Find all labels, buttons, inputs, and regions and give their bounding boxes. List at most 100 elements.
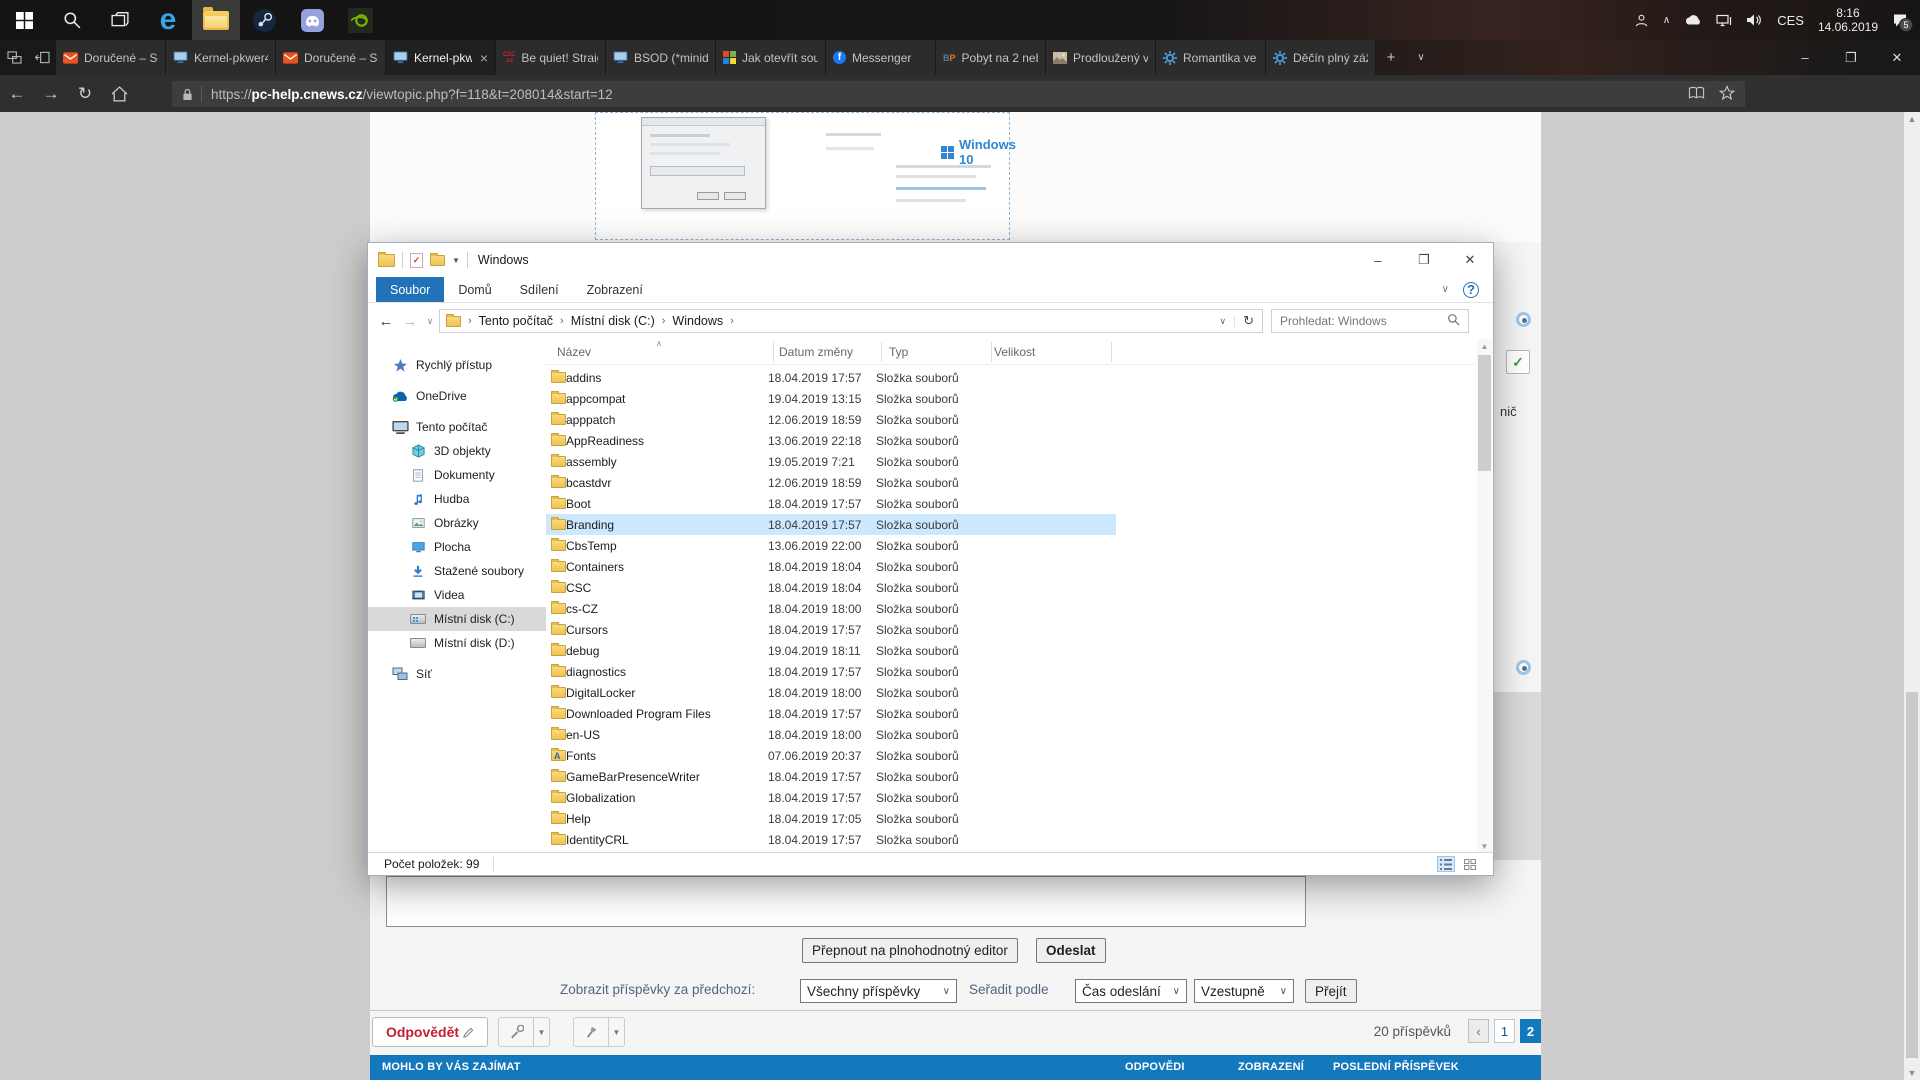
explorer-titlebar[interactable]: ✓ ▼ Windows – ❐ ✕ (368, 243, 1493, 277)
scrollbar-thumb[interactable] (1478, 355, 1491, 471)
more-menu-icon[interactable]: ⋯ (1878, 150, 1914, 187)
column-resize-handle[interactable] (1111, 342, 1112, 362)
topic-tools-button[interactable]: ▼ (498, 1017, 550, 1047)
expand-ribbon-icon[interactable]: ∨ (1442, 284, 1449, 295)
file-row[interactable]: CbsTemp 13.06.2019 22:00 Složka souborů (546, 535, 1116, 556)
file-row[interactable]: Boot 18.04.2019 17:57 Složka souborů (546, 493, 1116, 514)
close-button[interactable]: ✕ (1447, 243, 1493, 277)
pagination-page-1[interactable]: 1 (1494, 1019, 1515, 1043)
browser-scrollbar[interactable]: ▲ ▼ (1904, 112, 1920, 1080)
file-row[interactable]: Cursors 18.04.2019 17:57 Složka souborů (546, 619, 1116, 640)
browser-tab[interactable]: Jak otevřít soub (716, 40, 826, 75)
column-header-datum-zm-ny[interactable]: Datum změny (779, 345, 853, 359)
sidebar-item-m-stn-disk-d-[interactable]: Místní disk (D:) (368, 631, 546, 655)
forward-button[interactable]: → (34, 75, 68, 112)
sidebar-item-videa[interactable]: Videa (368, 583, 546, 607)
file-row[interactable]: appcompat 19.04.2019 13:15 Složka souborů (546, 388, 1116, 409)
browser-tab[interactable]: Děčín plný zážit (1266, 40, 1376, 75)
moderator-tools-button[interactable]: ▼ (573, 1017, 625, 1047)
sidebar-item-dokumenty[interactable]: Dokumenty (368, 463, 546, 487)
pagination-page-2[interactable]: 2 (1520, 1019, 1541, 1043)
taskbar-app-file-explorer[interactable] (192, 0, 240, 40)
new-tab-button[interactable]: + (1376, 40, 1406, 75)
scroll-down-icon[interactable]: ▼ (1477, 839, 1492, 853)
sidebar-item-m-stn-disk-c-[interactable]: Místní disk (C:) (368, 607, 546, 631)
explorer-scrollbar[interactable]: ▲ ▼ (1477, 339, 1492, 853)
taskbar-app-discord[interactable] (288, 0, 336, 40)
details-view-button[interactable] (1437, 856, 1455, 872)
taskbar-app-start[interactable] (0, 0, 48, 40)
file-row[interactable]: cs-CZ 18.04.2019 18:00 Složka souborů (546, 598, 1116, 619)
maximize-button[interactable]: ❐ (1401, 243, 1447, 277)
attachment-check-button[interactable]: ✓ (1506, 350, 1530, 374)
help-icon[interactable]: ? (1463, 281, 1479, 298)
scroll-up-icon[interactable]: ▲ (1477, 339, 1492, 353)
forum-post-screenshot[interactable]: Windows 10 (595, 112, 1016, 240)
file-row[interactable]: IdentityCRL 18.04.2019 17:57 Složka soubor… (546, 829, 1116, 850)
file-row[interactable]: Globalization 18.04.2019 17:57 Složka soub… (546, 787, 1116, 808)
tab-list-chevron[interactable]: ∨ (1406, 40, 1436, 75)
refresh-button[interactable]: ↻ (68, 75, 102, 112)
breadcrumb-chevron[interactable]: › (655, 315, 673, 327)
minimize-button[interactable]: – (1782, 40, 1828, 75)
sidebar-item-s-[interactable]: Síť (368, 662, 546, 686)
breadcrumb-segment[interactable]: Tento počítač (479, 314, 553, 328)
browser-tab[interactable]: Kernel-pkwer41 (166, 40, 276, 75)
browser-tab[interactable]: Doručené – Sezn (56, 40, 166, 75)
browser-tab[interactable]: Kernel-pkwe × (386, 40, 496, 75)
network-icon[interactable] (1716, 13, 1732, 27)
address-bar[interactable]: https://pc-help.cnews.cz/viewtopic.php?f… (172, 81, 1745, 107)
sidebar-item-onedrive[interactable]: OneDrive (368, 384, 546, 408)
column-resize-handle[interactable] (991, 342, 992, 362)
file-row[interactable]: debug 19.04.2019 18:11 Složka souborů (546, 640, 1116, 661)
sidebar-item-rychl-p-stup[interactable]: Rychlý přístup (368, 353, 546, 377)
sidebar-item-3d-objekty[interactable]: 3D objekty (368, 439, 546, 463)
file-row[interactable]: apppatch 12.06.2019 18:59 Složka souborů (546, 409, 1116, 430)
new-folder-icon[interactable] (430, 252, 445, 266)
web-note-pen-icon[interactable] (1795, 150, 1831, 187)
browser-tab[interactable]: Romantika ve m (1156, 40, 1266, 75)
scroll-down-icon[interactable]: ▼ (1904, 1066, 1920, 1080)
onedrive-tray-icon[interactable] (1684, 14, 1702, 26)
file-row[interactable]: GameBarPresenceWriter 18.04.2019 17:57 Slo… (546, 766, 1116, 787)
clock[interactable]: 8:16 14.06.2019 (1818, 6, 1878, 34)
favorite-star-icon[interactable] (1718, 85, 1736, 103)
browser-tab[interactable]: Doručené – Sezn (276, 40, 386, 75)
column-resize-handle[interactable] (881, 342, 882, 362)
file-row[interactable]: CSC 18.04.2019 18:04 Složka souborů (546, 577, 1116, 598)
period-select[interactable]: Všechny příspěvky ∨ (800, 979, 957, 1003)
breadcrumb-segment[interactable]: Windows (672, 314, 723, 328)
forward-button[interactable]: → (398, 313, 422, 330)
sort-by-select[interactable]: Čas odeslání ∨ (1075, 979, 1187, 1003)
file-row[interactable]: diagnostics 18.04.2019 17:57 Složka soubor… (546, 661, 1116, 682)
column-header-n-zev[interactable]: Název (557, 345, 591, 359)
ribbon-tab-zobrazení[interactable]: Zobrazení (573, 277, 657, 302)
thumbnails-view-button[interactable] (1461, 856, 1479, 872)
go-button[interactable]: Přejít (1305, 979, 1357, 1003)
taskbar-app-search[interactable] (48, 0, 96, 40)
sidebar-item-tento-po-ta-[interactable]: Tento počítač (368, 415, 546, 439)
ribbon-tab-domů[interactable]: Domů (444, 277, 505, 302)
taskbar-app-steam[interactable] (240, 0, 288, 40)
volume-icon[interactable] (1746, 13, 1763, 27)
set-tabs-aside-icon[interactable] (28, 40, 56, 75)
breadcrumb-chevron[interactable]: › (553, 315, 571, 327)
file-row[interactable]: Help 18.04.2019 17:05 Složka souborů (546, 808, 1116, 829)
sidebar-item-sta-en-soubory[interactable]: Stažené soubory (368, 559, 546, 583)
breadcrumb-chevron[interactable]: › (723, 315, 741, 327)
search-input[interactable]: Prohledat: Windows (1271, 309, 1469, 333)
reply-button[interactable]: Odpovědět (372, 1017, 488, 1047)
sidebar-item-hudba[interactable]: Hudba (368, 487, 546, 511)
reading-view-icon[interactable] (1688, 86, 1705, 103)
browser-tab[interactable]: Prodloužený vík (1046, 40, 1156, 75)
switch-editor-button[interactable]: Přepnout na plnohodnotný editor (802, 938, 1018, 963)
file-row[interactable]: Branding 18.04.2019 17:57 Složka souborů (546, 514, 1116, 535)
action-center-icon[interactable]: 5 (1892, 12, 1913, 32)
hidden-icons-chevron[interactable]: ∧ (1663, 15, 1670, 26)
pagination-prev-button[interactable]: ‹ (1468, 1019, 1489, 1043)
file-row[interactable]: addins 18.04.2019 17:57 Složka souborů (546, 367, 1116, 388)
close-button[interactable]: ✕ (1874, 40, 1920, 75)
file-row[interactable]: Containers 18.04.2019 18:04 Složka souborů (546, 556, 1116, 577)
scroll-up-icon[interactable]: ▲ (1904, 112, 1920, 126)
sidebar-item-obr-zky[interactable]: Obrázky (368, 511, 546, 535)
